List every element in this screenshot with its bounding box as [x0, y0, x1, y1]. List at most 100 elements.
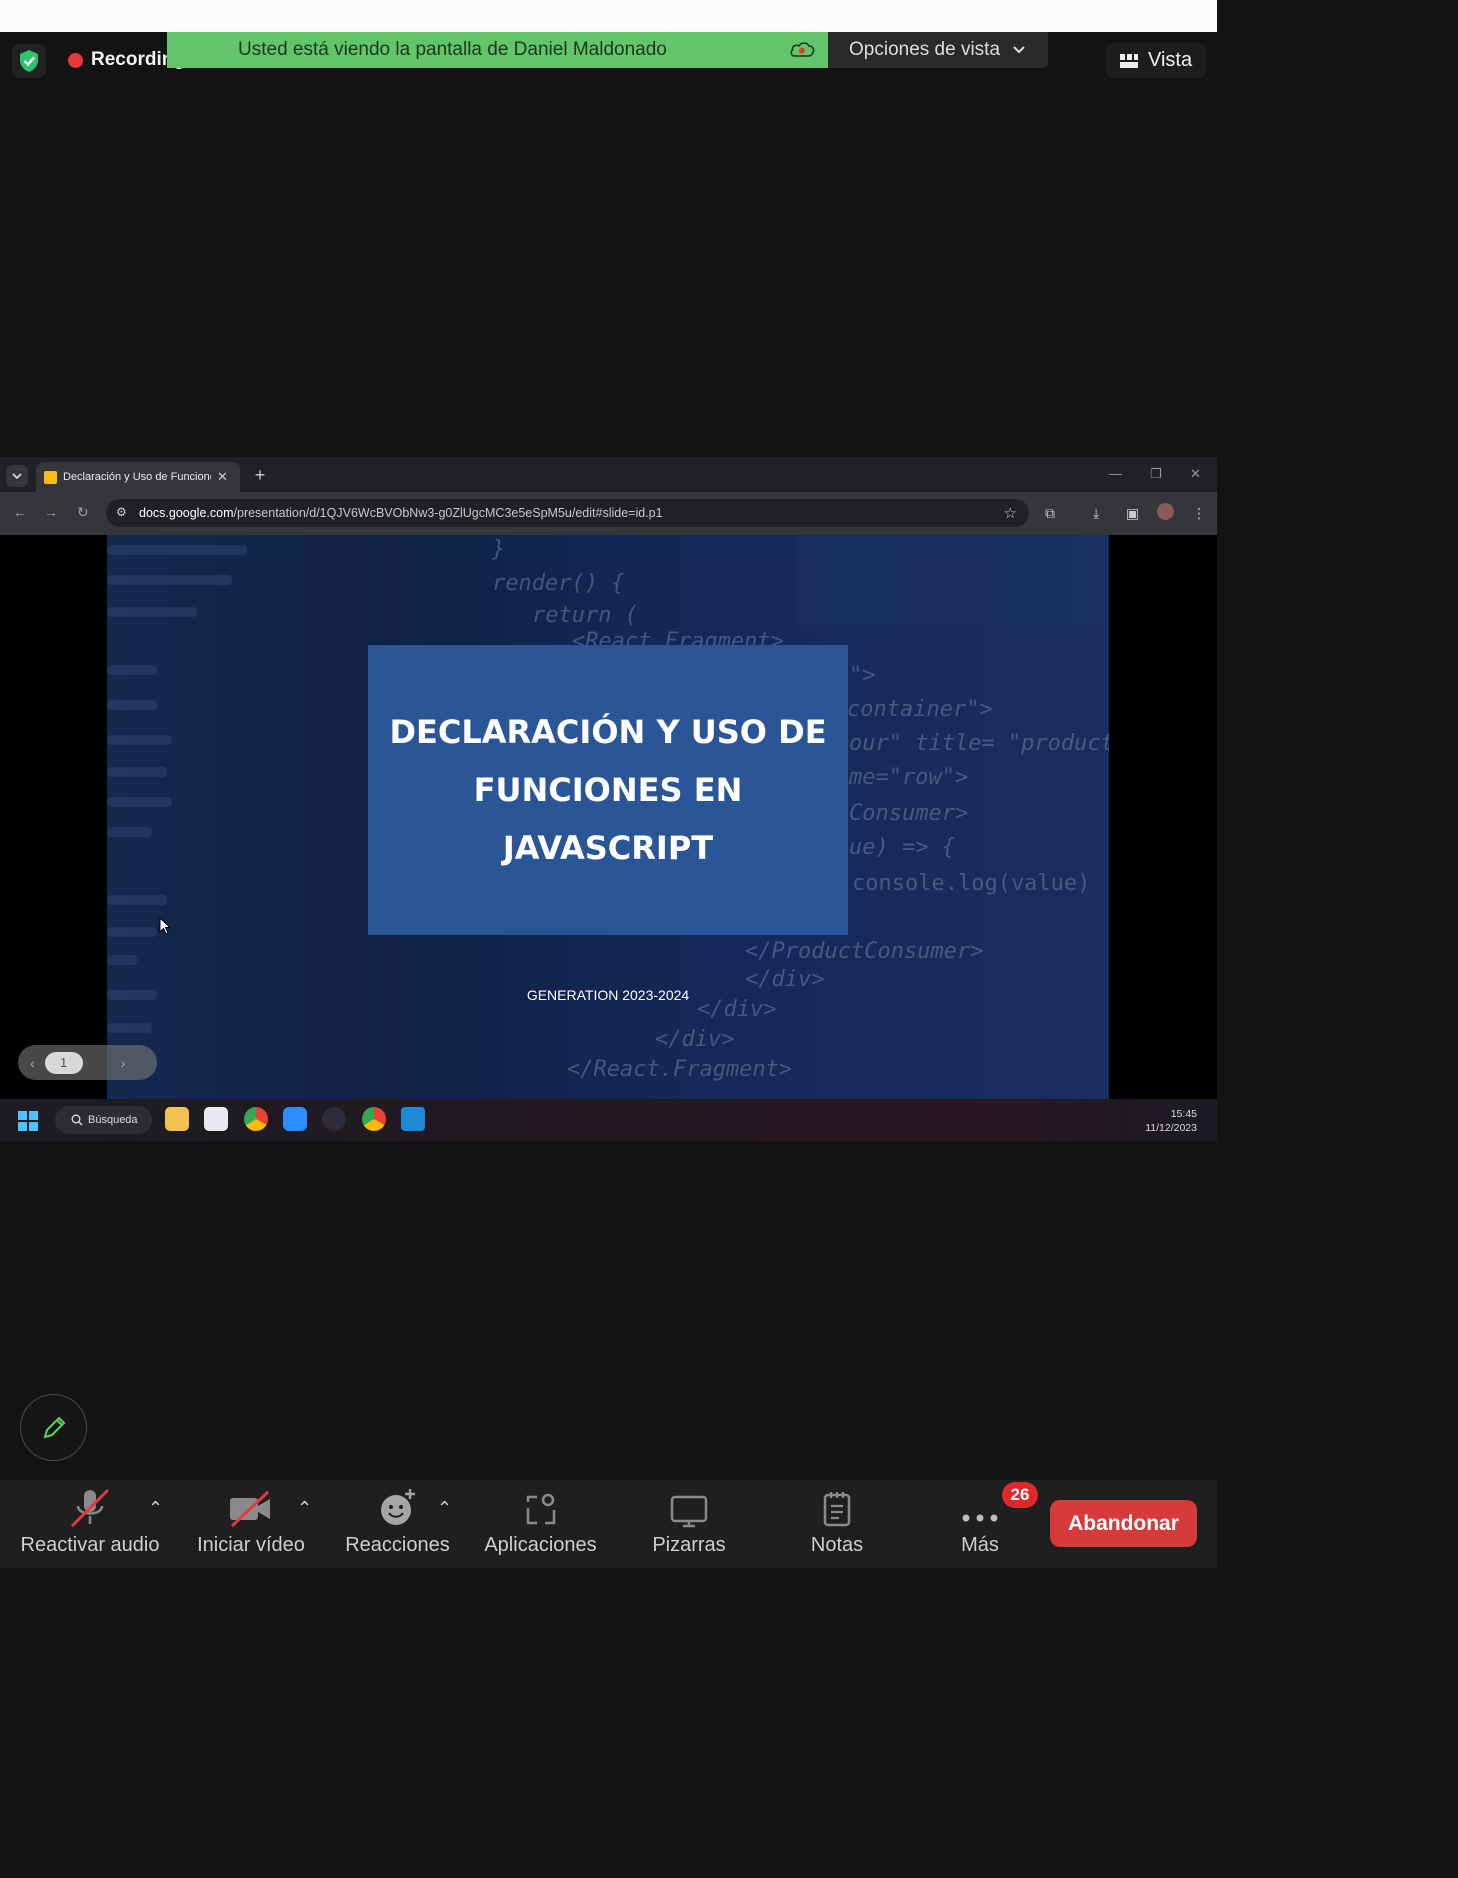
video-off-icon	[230, 1490, 270, 1528]
audio-options-caret-icon[interactable]: ⌃	[148, 1498, 163, 1519]
pencil-icon	[43, 1416, 65, 1438]
reactions-options-caret-icon[interactable]: ⌃	[437, 1498, 452, 1519]
site-info-icon[interactable]: ⚙	[116, 505, 127, 519]
browser-address-bar: ← → ↻ ⚙ docs.google.com/presentation/d/1…	[0, 492, 1217, 535]
blurred-code-line	[107, 665, 157, 675]
blurred-code-line	[107, 895, 167, 905]
code-line: our" title= "product	[849, 731, 1109, 756]
extensions-icon[interactable]: ⧉	[1045, 505, 1055, 522]
notification-badge: 26	[1002, 1482, 1038, 1508]
close-window-icon[interactable]: ✕	[1190, 466, 1201, 482]
minimize-icon[interactable]: —	[1109, 466, 1122, 481]
bookmark-star-icon[interactable]: ☆	[1004, 504, 1017, 522]
download-icon[interactable]: ⤓	[1093, 505, 1099, 522]
chrome-profile-icon[interactable]	[362, 1107, 386, 1131]
slide-title-box: DECLARACIÓN Y USO DE FUNCIONES EN JAVASC…	[368, 645, 848, 935]
view-options-button[interactable]: Opciones de vista	[828, 32, 1048, 68]
presentation-slide: } render() { return ( <React.Fragment> "…	[107, 535, 1109, 1099]
muted-microphone-icon	[70, 1488, 110, 1528]
slide-pager[interactable]: ‹ 1 ›	[18, 1045, 157, 1080]
profile-avatar[interactable]	[1157, 503, 1174, 520]
blurred-code-line	[107, 797, 172, 807]
prev-slide-icon[interactable]: ‹	[30, 1055, 35, 1071]
whiteboards-button[interactable]: Pizarras	[640, 1480, 738, 1568]
reactions-button[interactable]: Reacciones	[340, 1480, 455, 1568]
side-panel-icon[interactable]: ▣	[1126, 505, 1139, 522]
code-line: me="row">	[849, 765, 969, 790]
browser-tab-bar: Declaración y Uso de Funciones ✕ + — ❐ ✕	[0, 457, 1217, 492]
cloud-recording-icon	[788, 39, 816, 65]
chevron-down-icon	[1013, 46, 1025, 54]
leave-meeting-button[interactable]: Abandonar	[1050, 1500, 1197, 1547]
vscode-icon[interactable]	[401, 1107, 425, 1131]
browser-menu-icon[interactable]: ⋮	[1192, 505, 1206, 522]
url-path: /presentation/d/1QJV6WcBVObNw3-g0ZlUgcMC…	[233, 506, 663, 520]
screen-share-banner: Usted está viendo la pantalla de Daniel …	[167, 32, 828, 68]
tab-search-dropdown[interactable]	[6, 465, 28, 487]
restore-icon[interactable]: ❐	[1150, 466, 1162, 482]
code-line: render() {	[492, 571, 625, 596]
top-white-strip	[0, 0, 1217, 32]
back-arrow-icon[interactable]: ←	[13, 504, 27, 520]
taskbar-clock[interactable]: 15:45 11/12/2023	[1145, 1107, 1197, 1135]
blurred-code-line	[107, 767, 167, 777]
blurred-code-line	[107, 955, 137, 965]
windows-start-icon[interactable]	[18, 1111, 38, 1131]
app-icon[interactable]	[322, 1107, 346, 1131]
unmute-audio-button[interactable]: Reactivar audio	[15, 1480, 165, 1568]
view-options-label: Opciones de vista	[849, 39, 1001, 60]
code-panel-shade	[797, 535, 1109, 625]
notes-button[interactable]: Notas	[797, 1480, 877, 1568]
forward-arrow-icon[interactable]: →	[44, 504, 58, 520]
close-tab-icon[interactable]: ✕	[217, 469, 228, 485]
notes-label: Notas	[810, 1534, 864, 1556]
view-button[interactable]: Vista	[1106, 43, 1206, 78]
audio-label: Reactivar audio	[20, 1534, 160, 1556]
blurred-code-line	[107, 927, 157, 937]
blurred-code-line	[107, 700, 157, 710]
reload-icon[interactable]: ↻	[77, 504, 89, 521]
slide-page-number: 1	[44, 1051, 83, 1074]
view-label: Vista	[1148, 49, 1193, 71]
clock-date: 11/12/2023	[1145, 1122, 1197, 1134]
slides-favicon-icon	[44, 470, 57, 484]
shared-screen: Declaración y Uso de Funciones ✕ + — ❐ ✕…	[0, 457, 1217, 1141]
taskbar-search[interactable]: Búsqueda	[55, 1106, 152, 1134]
apps-icon	[526, 1493, 555, 1525]
url-field[interactable]: ⚙ docs.google.com/presentation/d/1QJV6Wc…	[106, 499, 1029, 527]
security-shield-icon[interactable]	[12, 44, 46, 78]
code-line: ue) => {	[849, 835, 955, 860]
banner-text: Usted está viendo la pantalla de Daniel …	[238, 39, 667, 60]
snipping-tool-icon[interactable]	[204, 1107, 228, 1131]
code-line: container">	[847, 697, 993, 722]
blurred-code-line	[107, 827, 152, 837]
slide-title: DECLARACIÓN Y USO DE FUNCIONES EN JAVASC…	[389, 713, 827, 867]
code-line: console.log(value)	[852, 871, 1091, 896]
reactions-label: Reacciones	[345, 1534, 450, 1556]
new-tab-button[interactable]: +	[250, 465, 270, 485]
chrome-icon[interactable]	[244, 1107, 268, 1131]
zoom-app-icon[interactable]	[283, 1107, 307, 1131]
start-video-button[interactable]: Iniciar vídeo	[188, 1480, 314, 1568]
apps-button[interactable]: Aplicaciones	[478, 1480, 603, 1568]
next-slide-icon[interactable]: ›	[121, 1055, 126, 1071]
apps-label: Aplicaciones	[484, 1534, 597, 1556]
file-explorer-icon[interactable]	[165, 1107, 189, 1131]
video-options-caret-icon[interactable]: ⌃	[297, 1498, 312, 1519]
notes-icon	[823, 1492, 851, 1527]
code-line: </div>	[655, 1027, 735, 1052]
code-line: </React.Fragment>	[567, 1057, 793, 1082]
recording-dot-icon	[68, 52, 83, 68]
annotate-pencil-button[interactable]	[20, 1394, 87, 1461]
blurred-code-line	[107, 1023, 152, 1033]
url-host: docs.google.com	[139, 506, 234, 520]
chevron-down-icon	[12, 472, 22, 479]
video-label: Iniciar vídeo	[197, 1534, 305, 1556]
mouse-cursor-icon	[159, 917, 171, 935]
blurred-code-line	[107, 607, 197, 617]
browser-tab-active[interactable]: Declaración y Uso de Funciones ✕	[36, 462, 240, 492]
code-line: Consumer>	[849, 801, 969, 826]
more-dots-icon	[962, 1514, 998, 1522]
blurred-code-line	[107, 545, 247, 555]
blurred-code-line	[107, 575, 232, 585]
